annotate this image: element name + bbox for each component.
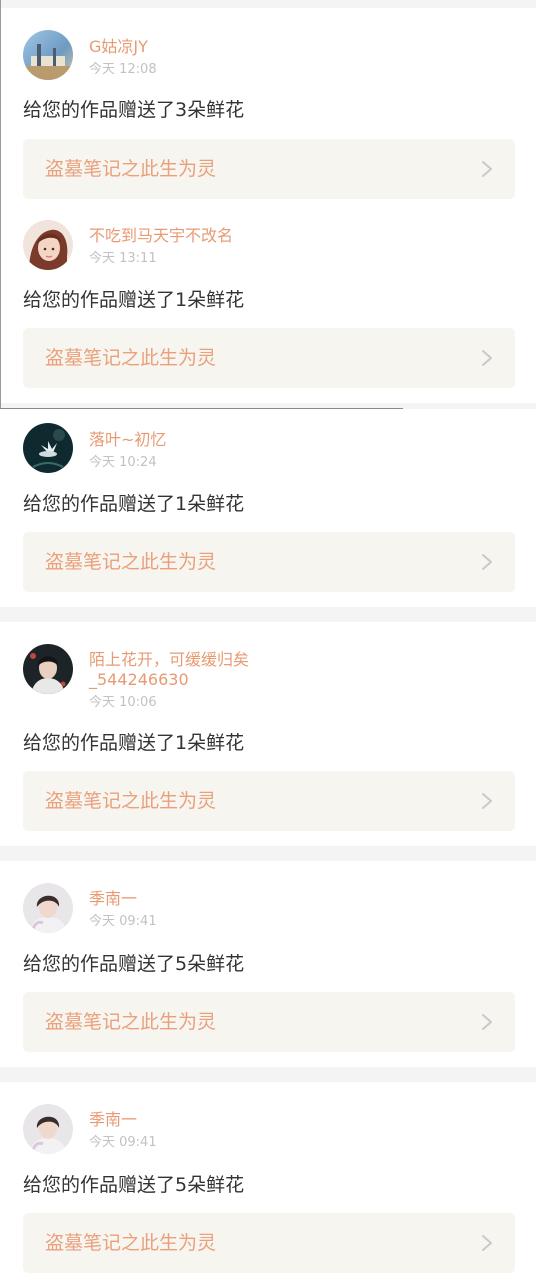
username[interactable]: 季南一 — [89, 1109, 137, 1130]
gift-message: 给您的作品赠送了5朵鲜花 — [23, 1174, 245, 1196]
work-title: 盗墓笔记之此生为灵 — [45, 790, 217, 812]
frame-line — [0, 0, 1, 408]
username[interactable]: G姑凉JY — [89, 36, 148, 57]
gift-message: 给您的作品赠送了1朵鲜花 — [23, 732, 245, 754]
notification-card: 季南一 今天 09:41 给您的作品赠送了5朵鲜花 盗墓笔记之此生为灵 — [0, 1082, 536, 1280]
work-link[interactable]: 盗墓笔记之此生为灵 — [23, 1213, 515, 1273]
timestamp: 今天 12:08 — [89, 62, 157, 77]
username-continued[interactable]: _544246630 — [89, 669, 189, 690]
chevron-right-icon — [480, 160, 494, 178]
username[interactable]: 季南一 — [89, 888, 137, 909]
work-title: 盗墓笔记之此生为灵 — [45, 1011, 217, 1033]
work-link[interactable]: 盗墓笔记之此生为灵 — [23, 139, 515, 199]
work-title: 盗墓笔记之此生为灵 — [45, 1232, 217, 1254]
work-title: 盗墓笔记之此生为灵 — [45, 347, 217, 369]
user-avatar[interactable] — [23, 644, 73, 694]
user-avatar[interactable] — [23, 30, 73, 80]
chevron-right-icon — [480, 349, 494, 367]
chevron-right-icon — [480, 792, 494, 810]
work-title: 盗墓笔记之此生为灵 — [45, 158, 217, 180]
notification-card: G姑凉JY 今天 12:08 给您的作品赠送了3朵鲜花 盗墓笔记之此生为灵 — [0, 8, 536, 212]
username[interactable]: 不吃到马天宇不改名 — [89, 225, 233, 246]
timestamp: 今天 13:11 — [89, 251, 157, 266]
username[interactable]: 落叶~初忆 — [89, 429, 166, 450]
notification-card: 不吃到马天宇不改名 今天 13:11 给您的作品赠送了1朵鲜花 盗墓笔记之此生为… — [0, 212, 536, 403]
work-link[interactable]: 盗墓笔记之此生为灵 — [23, 328, 515, 388]
user-avatar[interactable] — [23, 1104, 73, 1154]
timestamp: 今天 09:41 — [89, 1135, 157, 1150]
gift-message: 给您的作品赠送了1朵鲜花 — [23, 493, 245, 515]
work-title: 盗墓笔记之此生为灵 — [45, 551, 217, 573]
divider-line — [0, 408, 403, 409]
chevron-right-icon — [480, 553, 494, 571]
gift-message: 给您的作品赠送了1朵鲜花 — [23, 289, 245, 311]
notification-card: 季南一 今天 09:41 给您的作品赠送了5朵鲜花 盗墓笔记之此生为灵 — [0, 861, 536, 1067]
gift-message: 给您的作品赠送了3朵鲜花 — [23, 99, 245, 121]
chevron-right-icon — [480, 1013, 494, 1031]
work-link[interactable]: 盗墓笔记之此生为灵 — [23, 992, 515, 1052]
notification-card: 落叶~初忆 今天 10:24 给您的作品赠送了1朵鲜花 盗墓笔记之此生为灵 — [0, 409, 536, 607]
gift-message: 给您的作品赠送了5朵鲜花 — [23, 953, 245, 975]
timestamp: 今天 10:06 — [89, 695, 157, 710]
timestamp: 今天 09:41 — [89, 914, 157, 929]
notification-card: 陌上花开，可缓缓归矣 _544246630 今天 10:06 给您的作品赠送了1… — [0, 622, 536, 846]
work-link[interactable]: 盗墓笔记之此生为灵 — [23, 771, 515, 831]
user-avatar[interactable] — [23, 220, 73, 270]
user-avatar[interactable] — [23, 883, 73, 933]
username[interactable]: 陌上花开，可缓缓归矣 — [89, 649, 249, 670]
work-link[interactable]: 盗墓笔记之此生为灵 — [23, 532, 515, 592]
timestamp: 今天 10:24 — [89, 455, 157, 470]
user-avatar[interactable] — [23, 423, 73, 473]
chevron-right-icon — [480, 1234, 494, 1252]
